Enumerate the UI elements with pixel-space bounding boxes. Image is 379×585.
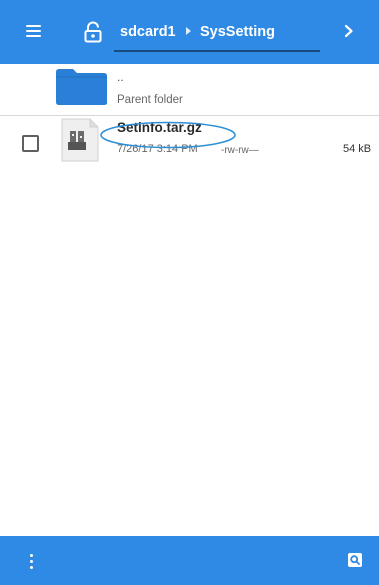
file-name: Setinfo.tar.gz	[117, 120, 202, 135]
breadcrumb-separator-icon	[186, 27, 191, 35]
breadcrumb-root[interactable]: sdcard1	[120, 24, 176, 40]
parent-folder-name: ..	[117, 70, 124, 84]
archive-icon	[61, 118, 99, 162]
parent-folder-label: Parent folder	[117, 94, 183, 106]
file-date: 7/26/17 3:14 PM	[117, 143, 198, 155]
file-size: 54 kB	[343, 143, 372, 155]
breadcrumb-current[interactable]: SysSetting	[200, 24, 275, 40]
file-row[interactable]: Setinfo.tar.gz 7/26/17 3:14 PM -rw-rw— 5…	[0, 116, 379, 172]
top-app-bar: sdcard1 SysSetting	[0, 0, 379, 64]
breadcrumb-underline	[114, 50, 320, 52]
lock-open-icon[interactable]	[83, 21, 103, 43]
parent-folder-row[interactable]: .. Parent folder	[0, 64, 379, 114]
folder-icon	[56, 69, 107, 105]
file-checkbox[interactable]	[22, 135, 39, 152]
bottom-bar	[0, 536, 379, 585]
hamburger-menu-icon[interactable]	[24, 22, 46, 40]
more-vert-icon[interactable]	[29, 552, 35, 570]
file-permissions: -rw-rw—	[221, 145, 259, 156]
chevron-right-icon[interactable]	[342, 22, 356, 40]
search-icon[interactable]	[347, 552, 363, 568]
